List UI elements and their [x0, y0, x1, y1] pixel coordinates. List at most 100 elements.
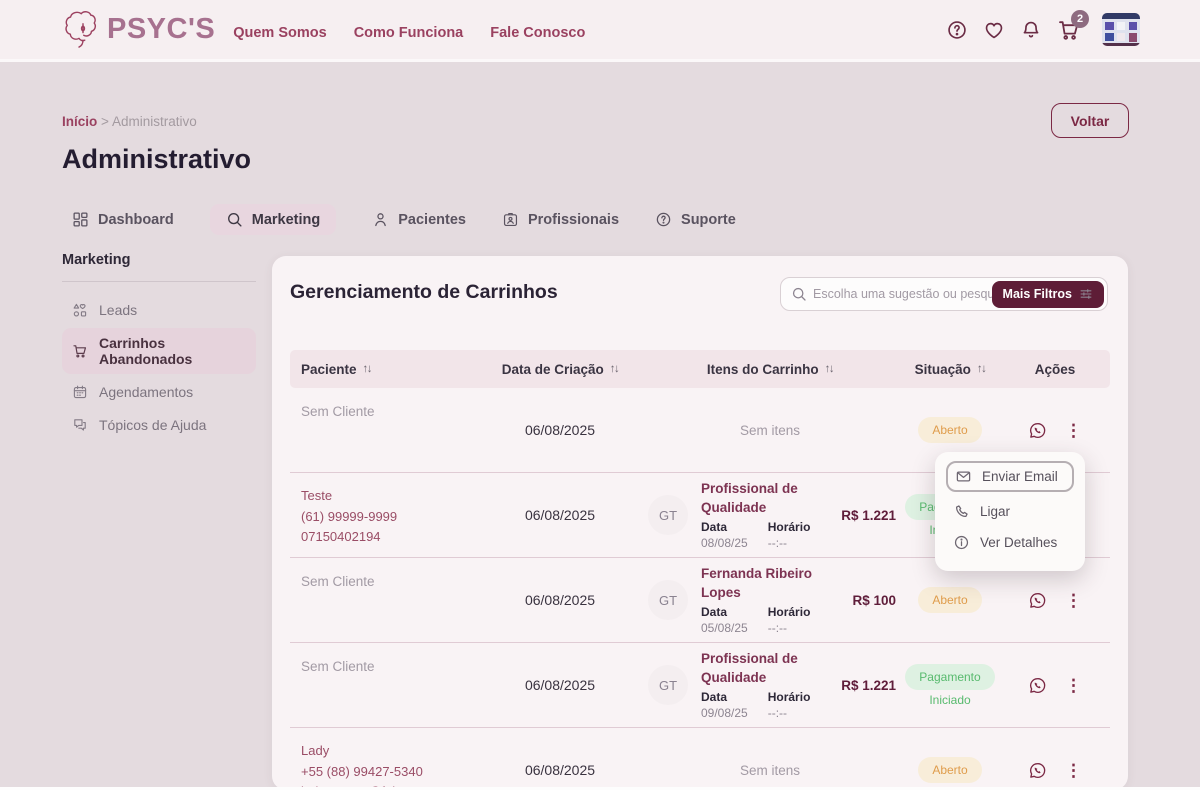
column-header-data-de-criacao[interactable]: Data de Criação ↑↓ [480, 362, 640, 377]
sliders-icon [1079, 287, 1093, 301]
kebab-menu-button[interactable]: ⋮ [1065, 422, 1082, 439]
tab-label: Profissionais [528, 212, 619, 228]
time-value: --:-- [768, 706, 811, 720]
nav-quem-somos[interactable]: Quem Somos [233, 25, 326, 41]
nav-como-funciona[interactable]: Como Funciona [354, 25, 464, 41]
date-value: 09/08/25 [701, 706, 748, 720]
client-cell: Teste(61) 99999-999907150402194 [290, 473, 480, 557]
client-cell: Sem Cliente [290, 388, 480, 472]
table-header: Paciente↑↓Data de Criação↑↓Itens do Carr… [290, 350, 1110, 388]
column-header-paciente[interactable]: Paciente ↑↓ [290, 362, 480, 377]
column-label: Situação [915, 362, 971, 377]
column-label: Data de Criação [502, 362, 604, 377]
nav-fale-conosco[interactable]: Fale Conosco [490, 25, 585, 41]
menu-item-label: Ver Detalhes [980, 535, 1057, 550]
time-value: --:-- [768, 536, 811, 550]
tab-profissionais[interactable]: Profissionais [502, 204, 619, 235]
sidebar-item-leads[interactable]: Leads [62, 295, 256, 325]
cart-icon [72, 343, 88, 359]
item-meta: Data08/08/25 Horário --:-- [701, 520, 834, 550]
created-date-cell: 06/08/2025 [480, 643, 640, 727]
client-cell: Sem Cliente [290, 643, 480, 727]
item-price: R$ 100 [852, 593, 900, 608]
sidebar-item-agendamentos[interactable]: Agendamentos [62, 377, 256, 407]
item-avatar: GT [648, 665, 688, 705]
sidebar-item-topicos-de-ajuda[interactable]: Tópicos de Ajuda [62, 410, 256, 440]
created-date-cell: 06/08/2025 [480, 728, 640, 790]
status-badge: Aberto [918, 417, 981, 443]
column-label: Paciente [301, 362, 357, 377]
brand-logo[interactable]: PSYC'S [60, 7, 215, 53]
item-time: Horário --:-- [768, 605, 811, 635]
menu-item-ligar[interactable]: Ligar [946, 496, 1074, 527]
client-line: Sem Cliente [301, 656, 476, 677]
breadcrumb-home[interactable]: Início [62, 114, 97, 129]
time-label: Horário [768, 520, 811, 534]
date-label: Data [701, 690, 748, 704]
created-date-cell: 06/08/2025 [480, 388, 640, 472]
client-line: 07150402194 [301, 527, 476, 548]
tab-label: Suporte [681, 212, 736, 228]
whatsapp-icon[interactable] [1028, 761, 1047, 780]
item-price: R$ 1.221 [841, 678, 900, 693]
cart-button[interactable]: 2 [1057, 18, 1081, 42]
sort-icon[interactable]: ↑↓ [363, 363, 372, 375]
sort-icon[interactable]: ↑↓ [825, 363, 834, 375]
shapes-icon [72, 302, 88, 318]
column-header-itens-do-carrinho[interactable]: Itens do Carrinho ↑↓ [640, 362, 900, 377]
cart-items-cell: Sem itens [640, 728, 900, 790]
more-filters-button[interactable]: Mais Filtros [992, 281, 1104, 308]
item-date: Data08/08/25 [701, 520, 748, 550]
status-badge: Aberto [918, 757, 981, 783]
item-title: Profissional de Qualidade [701, 650, 834, 686]
sort-icon[interactable]: ↑↓ [977, 363, 986, 375]
tab-marketing[interactable]: Marketing [210, 204, 337, 235]
sort-icon[interactable]: ↑↓ [610, 363, 619, 375]
time-label: Horário [768, 605, 811, 619]
whatsapp-icon[interactable] [1028, 591, 1047, 610]
tab-suporte[interactable]: Suporte [655, 204, 736, 235]
kebab-menu-button[interactable]: ⋮ [1065, 677, 1082, 694]
sidebar-item-label: Leads [99, 302, 137, 318]
help-icon[interactable] [946, 19, 968, 41]
menu-item-enviar-email[interactable]: Enviar Email [946, 461, 1074, 492]
client-line: Sem Cliente [301, 571, 476, 592]
whatsapp-icon[interactable] [1028, 676, 1047, 695]
magnifier-icon [226, 211, 243, 228]
item-avatar: GT [648, 495, 688, 535]
heart-icon[interactable] [983, 19, 1005, 41]
no-items-label: Sem itens [640, 423, 900, 438]
tab-pacientes[interactable]: Pacientes [372, 204, 466, 235]
client-cell: Sem Cliente [290, 558, 480, 642]
user-avatar[interactable] [1102, 13, 1140, 46]
cart-items-cell: Sem itens [640, 388, 900, 472]
item-time: Horário --:-- [768, 520, 811, 550]
date-label: Data [701, 520, 748, 534]
breadcrumb-current: Administrativo [112, 114, 197, 129]
kebab-menu-button[interactable]: ⋮ [1065, 762, 1082, 779]
column-label: Ações [1035, 362, 1076, 377]
client-line: (61) 99999-9999 [301, 507, 476, 528]
sidebar-item-carrinhos-abandonados[interactable]: Carrinhos Abandonados [62, 328, 256, 374]
whatsapp-icon[interactable] [1028, 421, 1047, 440]
cart-items-cell: GTProfissional de QualidadeData09/08/25H… [640, 643, 900, 727]
badge-icon [502, 211, 519, 228]
grid-icon [72, 211, 89, 228]
menu-item-ver-detalhes[interactable]: Ver Detalhes [946, 527, 1074, 558]
top-navigation: Quem Somos Como Funciona Fale Conosco [233, 18, 585, 41]
back-button[interactable]: Voltar [1051, 103, 1129, 138]
page-title: Administrativo [62, 144, 251, 175]
info-icon [953, 534, 970, 551]
column-header-situacao[interactable]: Situação ↑↓ [900, 362, 1000, 377]
kebab-menu-button[interactable]: ⋮ [1065, 592, 1082, 609]
time-value: --:-- [768, 621, 811, 635]
bell-icon[interactable] [1020, 19, 1042, 41]
column-label: Itens do Carrinho [707, 362, 819, 377]
created-date-cell: 06/08/2025 [480, 558, 640, 642]
status-cell: PagamentoIniciado [900, 643, 1000, 727]
item-info: Profissional de QualidadeData08/08/25Hor… [701, 480, 834, 549]
client-cell: Lady+55 (88) 99427-5340ladoy99318@foboxs… [290, 728, 480, 790]
panel-title: Gerenciamento de Carrinhos [290, 281, 558, 304]
tab-dashboard[interactable]: Dashboard [72, 204, 174, 235]
tab-label: Pacientes [398, 212, 466, 228]
